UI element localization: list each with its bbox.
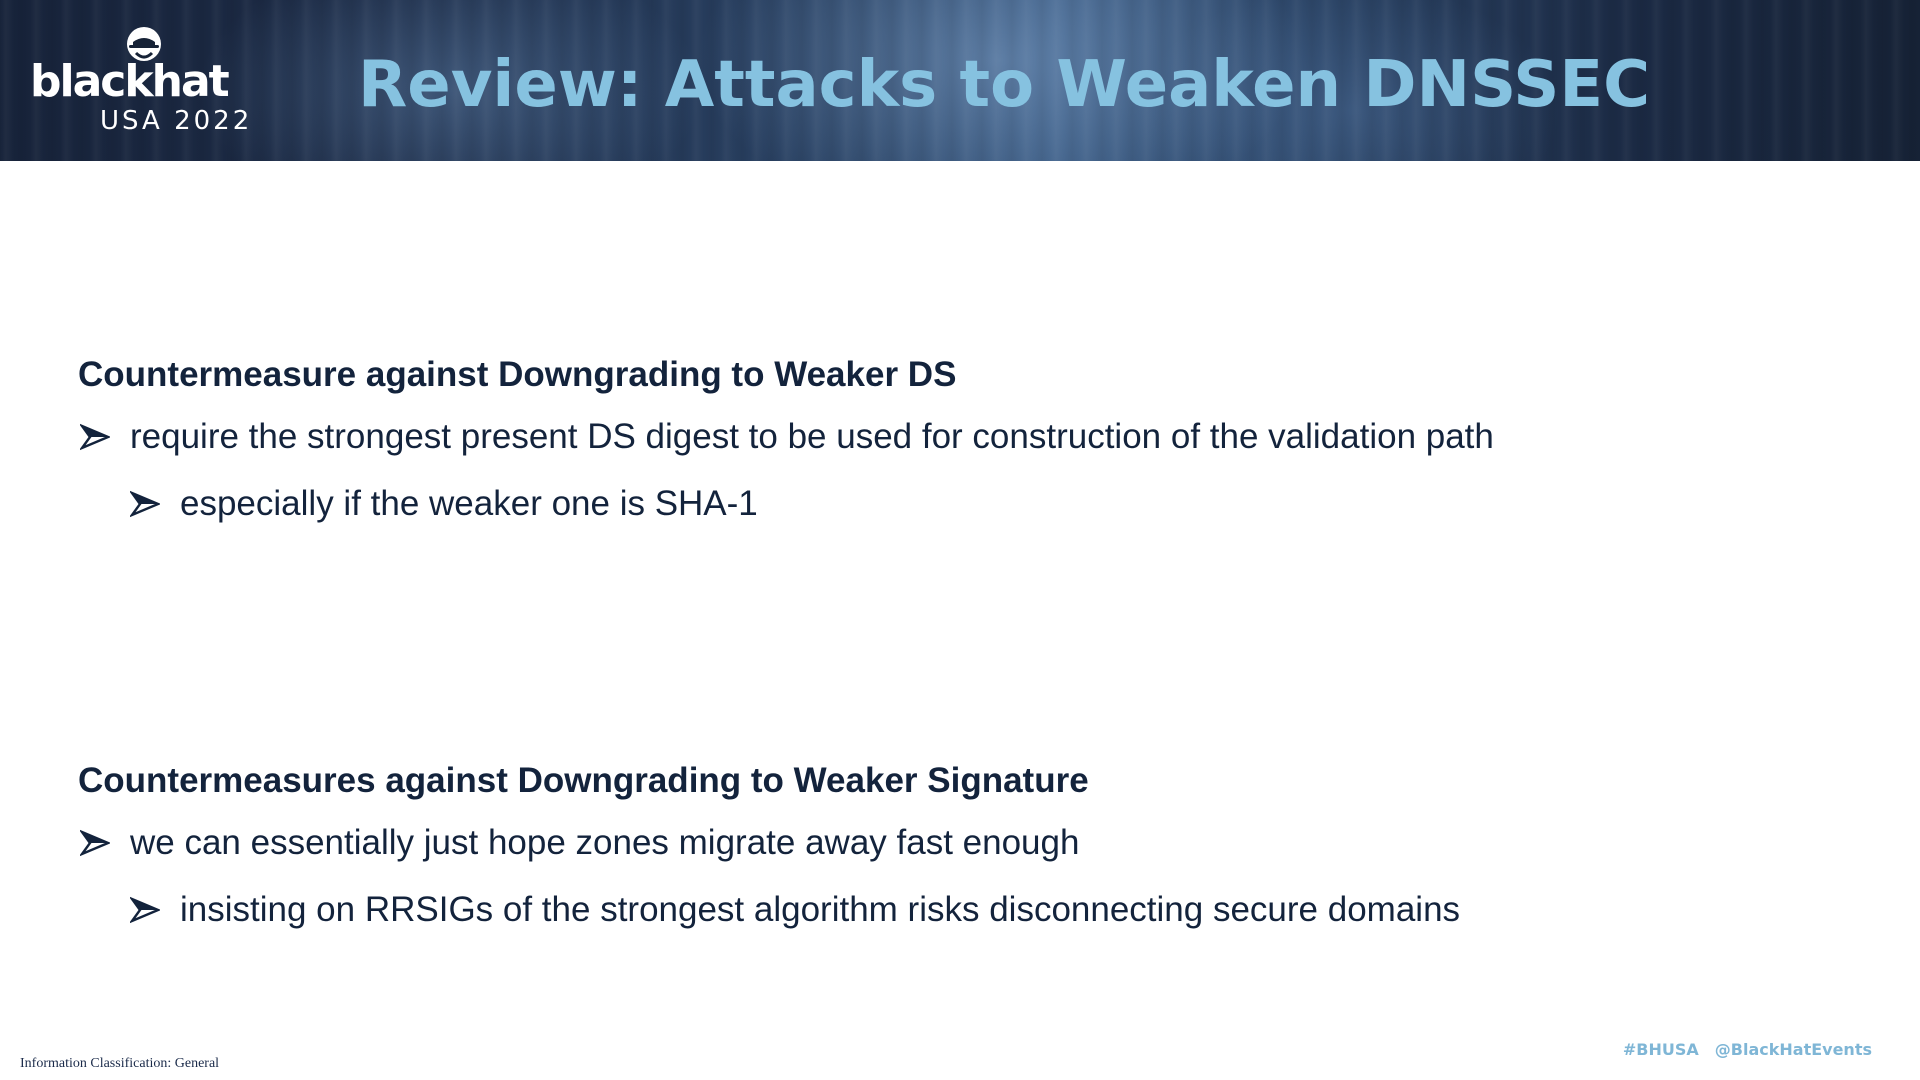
sub-bullet-item: especially if the weaker one is SHA-1: [130, 483, 1858, 525]
slide-title: Review: Attacks to Weaken DNSSEC: [358, 48, 1651, 122]
bullet-item: require the strongest present DS digest …: [80, 416, 1858, 458]
footer-social: #BHUSA @BlackHatEvents: [1623, 1040, 1872, 1059]
arrowhead-bullet-icon: [80, 423, 110, 451]
bullet-text: we can essentially just hope zones migra…: [130, 823, 1080, 862]
header-banner: blackhat USA 2022 Review: Attacks to Wea…: [0, 0, 1920, 161]
arrowhead-bullet-icon: [130, 490, 160, 518]
bullet-text: require the strongest present DS digest …: [130, 417, 1494, 456]
bullet-text: insisting on RRSIGs of the strongest alg…: [180, 890, 1461, 929]
section-signature-countermeasure: Countermeasures against Downgrading to W…: [78, 760, 1858, 931]
arrowhead-bullet-icon: [80, 829, 110, 857]
bullet-text: especially if the weaker one is SHA-1: [180, 484, 758, 523]
logo-event-name: USA 2022: [100, 106, 253, 136]
slide: blackhat USA 2022 Review: Attacks to Wea…: [0, 0, 1920, 1080]
event-hashtag: #BHUSA: [1622, 1040, 1699, 1059]
section-ds-countermeasure: Countermeasure against Downgrading to We…: [78, 354, 1858, 525]
arrowhead-bullet-icon: [130, 896, 160, 924]
bullet-item: we can essentially just hope zones migra…: [80, 822, 1858, 864]
logo-wordmark: blackhat: [30, 56, 230, 107]
social-handle: @BlackHatEvents: [1714, 1040, 1872, 1059]
blackhat-logo: blackhat USA 2022: [30, 26, 300, 136]
section-heading: Countermeasures against Downgrading to W…: [78, 761, 1089, 800]
section-heading: Countermeasure against Downgrading to We…: [78, 355, 957, 394]
sub-bullet-item: insisting on RRSIGs of the strongest alg…: [130, 889, 1858, 931]
info-classification: Information Classification: General: [20, 1056, 220, 1071]
